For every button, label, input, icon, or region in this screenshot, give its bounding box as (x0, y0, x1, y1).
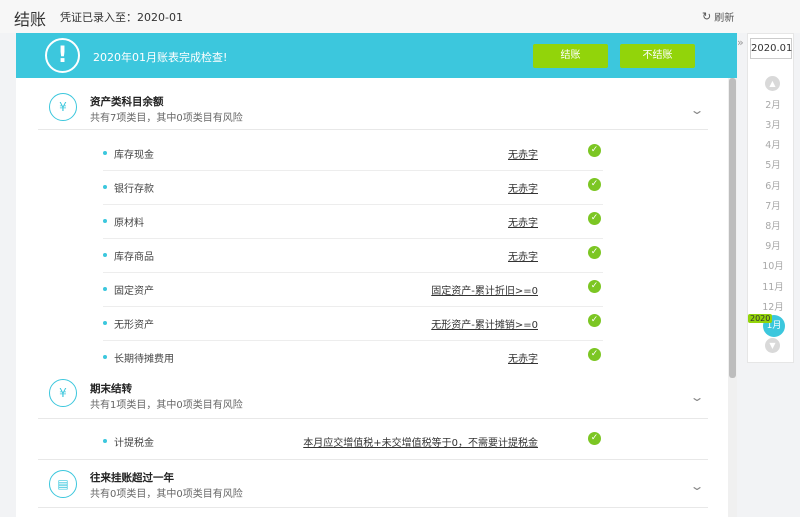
month-item[interactable]: 9月 (752, 238, 794, 252)
scrollbar[interactable] (728, 78, 737, 517)
section-subtitle: 共有7项类目，其中0项类目有风险 (90, 113, 243, 124)
list-item: 原材料 无赤字 ✓ (103, 205, 603, 239)
refresh-button[interactable]: ↻ 刷新 (702, 9, 734, 24)
divider (38, 459, 708, 460)
item-result-link[interactable]: 固定资产-累计折旧>=0 (431, 282, 538, 297)
list-item: 长期待摊费用 无赤字 ✓ (103, 341, 603, 375)
list-item: 库存现金 无赤字 ✓ (103, 137, 603, 171)
double-chevron-right-icon[interactable]: » (737, 36, 744, 49)
banner-message: 2020年01月账表完成检查! (93, 51, 228, 64)
check-icon: ✓ (588, 314, 601, 327)
item-result-link[interactable]: 无赤字 (508, 214, 538, 229)
item-name: 计提税金 (114, 438, 154, 449)
period-select[interactable]: 2020.01 (750, 38, 792, 59)
check-icon: ✓ (588, 432, 601, 445)
bullet-icon (103, 287, 107, 291)
current-year-tag: 2020 (748, 314, 773, 323)
month-item[interactable]: 11月 (752, 279, 794, 293)
month-item[interactable]: 3月 (752, 117, 794, 131)
yen-icon: ¥ (49, 93, 77, 121)
bullet-icon (103, 321, 107, 325)
no-close-button[interactable]: 不结账 (620, 44, 695, 68)
section-title: 资产类科目余额 (90, 96, 164, 108)
list-item: 固定资产 固定资产-累计折旧>=0 ✓ (103, 273, 603, 307)
scroll-thumb[interactable] (729, 78, 736, 378)
check-icon: ✓ (588, 280, 601, 293)
check-list[interactable]: ¥ 资产类科目余额 共有7项类目，其中0项类目有风险 ⌄ 库存现金 无赤字 ✓ … (16, 78, 728, 517)
item-result-link[interactable]: 无赤字 (508, 248, 538, 263)
transfer-icon: ¥ (49, 379, 77, 407)
refresh-label: 刷新 (714, 13, 735, 24)
close-books-button[interactable]: 结账 (533, 44, 608, 68)
chevron-down-icon[interactable]: ⌄ (689, 103, 704, 117)
divider (38, 507, 708, 508)
item-result-link[interactable]: 无赤字 (508, 350, 538, 365)
item-name: 无形资产 (114, 320, 154, 331)
check-icon: ✓ (588, 246, 601, 259)
month-item[interactable]: 8月 (752, 218, 794, 232)
month-item[interactable]: 7月 (752, 198, 794, 212)
item-name: 库存现金 (114, 150, 154, 161)
bullet-icon (103, 253, 107, 257)
bullet-icon (103, 219, 107, 223)
top-bar: 结账 凭证已录入至：2020-01 ↻ 刷新 (0, 0, 800, 33)
chevron-down-icon[interactable]: ▼ (765, 338, 780, 353)
ledger-icon: ▤ (49, 470, 77, 498)
check-icon: ✓ (588, 348, 601, 361)
month-item[interactable]: 10月 (752, 258, 794, 272)
chevron-down-icon[interactable]: ⌄ (689, 479, 704, 493)
item-name: 原材料 (114, 218, 144, 229)
item-name: 固定资产 (114, 286, 154, 297)
month-item[interactable]: 4月 (752, 137, 794, 151)
item-result-link[interactable]: 无赤字 (508, 146, 538, 161)
item-name: 库存商品 (114, 252, 154, 263)
divider (38, 418, 708, 419)
month-item[interactable]: 2月 (752, 97, 794, 111)
section-subtitle: 共有0项类目，其中0项类目有风险 (90, 489, 243, 500)
check-icon: ✓ (588, 178, 601, 191)
refresh-icon: ↻ (702, 10, 712, 23)
voucher-status: 凭证已录入至：2020-01 (60, 11, 183, 24)
month-item[interactable]: 12月 (752, 299, 794, 313)
list-item: 计提税金 本月应交增值税+未交增值税等于0，不需要计提税金 ✓ (103, 425, 603, 459)
month-item[interactable]: 5月 (752, 157, 794, 171)
check-icon: ✓ (588, 212, 601, 225)
closing-panel: ! 2020年01月账表完成检查! 结账 不结账 ¥ 资产类科目余额 共有7项类… (16, 33, 737, 517)
item-name: 长期待摊费用 (114, 354, 174, 365)
chevron-up-icon[interactable]: ▲ (765, 76, 780, 91)
item-result-link[interactable]: 无形资产-累计摊销>=0 (431, 316, 538, 331)
month-item[interactable]: 6月 (752, 178, 794, 192)
list-item: 银行存款 无赤字 ✓ (103, 171, 603, 205)
bullet-icon (103, 151, 107, 155)
section-title: 期末结转 (90, 383, 132, 395)
bullet-icon (103, 355, 107, 359)
exclamation-icon: ! (45, 38, 80, 73)
item-result-link[interactable]: 无赤字 (508, 180, 538, 195)
status-banner: ! 2020年01月账表完成检查! 结账 不结账 (16, 33, 737, 78)
bullet-icon (103, 185, 107, 189)
page-title: 结账 (14, 10, 47, 29)
chevron-down-icon[interactable]: ⌄ (689, 390, 704, 404)
section-subtitle: 共有1项类目，其中0项类目有风险 (90, 400, 243, 411)
item-result-link[interactable]: 本月应交增值税+未交增值税等于0，不需要计提税金 (303, 434, 538, 449)
section-title: 往来挂账超过一年 (90, 472, 174, 484)
divider (38, 129, 708, 130)
item-name: 银行存款 (114, 184, 154, 195)
list-item: 库存商品 无赤字 ✓ (103, 239, 603, 273)
list-item: 无形资产 无形资产-累计摊销>=0 ✓ (103, 307, 603, 341)
bullet-icon (103, 439, 107, 443)
check-icon: ✓ (588, 144, 601, 157)
